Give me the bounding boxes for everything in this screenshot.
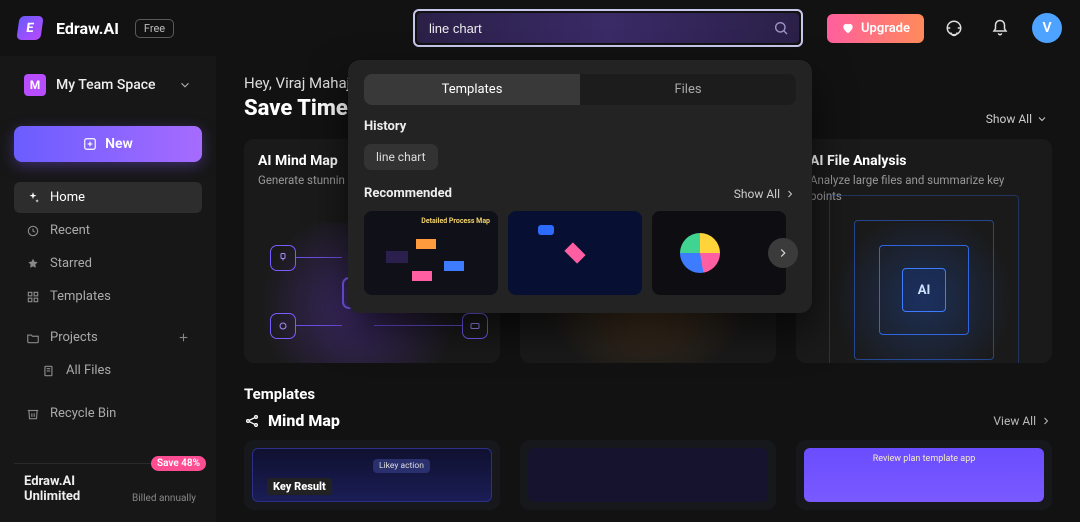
share-icon	[244, 413, 260, 429]
card-ai-file-analysis[interactable]: AI File Analysis Analyze large files and…	[796, 139, 1052, 363]
sidebar-item-home[interactable]: Home	[14, 182, 202, 213]
recommended-show-all[interactable]: Show All	[734, 187, 796, 201]
sidebar-nav: Home Recent Starred Templates Projects A…	[14, 182, 202, 429]
chevron-down-icon	[1036, 113, 1048, 125]
brand-name: Edraw.AI	[56, 19, 119, 38]
workspace-name: My Team Space	[56, 77, 156, 93]
workspace-badge: M	[24, 74, 46, 96]
sidebar-item-all-files[interactable]: All Files	[14, 355, 202, 386]
mindmap-section-title: Mind Map	[244, 411, 340, 430]
support-icon[interactable]	[938, 12, 970, 44]
search-icon	[773, 20, 789, 36]
history-chip[interactable]: line chart	[364, 144, 438, 170]
view-all-button[interactable]: View All	[993, 414, 1052, 428]
thumb-text: Detailed Process Map	[421, 217, 490, 225]
template-thumb	[528, 448, 768, 502]
folder-icon	[26, 331, 40, 345]
save-badge: Save 48%	[151, 456, 206, 471]
new-label: New	[105, 136, 133, 152]
trash-icon	[26, 407, 40, 421]
carousel-next-button[interactable]	[768, 238, 798, 268]
sidebar-item-recycle[interactable]: Recycle Bin	[14, 398, 202, 429]
plan-line1: Edraw.AI	[24, 474, 192, 489]
search-input[interactable]	[417, 13, 799, 43]
ai-badge: AI	[902, 268, 946, 312]
search-box[interactable]	[413, 9, 803, 47]
bell-icon[interactable]	[984, 12, 1016, 44]
recommended-card[interactable]	[508, 211, 642, 295]
node-icon	[270, 313, 296, 339]
grid-icon	[26, 290, 40, 304]
recommended-card[interactable]: Detailed Process Map	[364, 211, 498, 295]
avatar[interactable]: V	[1032, 13, 1062, 43]
plan-billed: Billed annually	[132, 493, 196, 504]
sidebar-item-starred[interactable]: Starred	[14, 248, 202, 279]
plan-card[interactable]: Save 48% Edraw.AI Unlimited Billed annua…	[14, 463, 202, 510]
sidebar-item-label: Projects	[50, 330, 98, 345]
history-heading: History	[364, 119, 796, 134]
template-thumb: Review plan template app	[804, 448, 1044, 502]
template-card[interactable]: Review plan template app	[796, 440, 1052, 510]
sidebar-item-recent[interactable]: Recent	[14, 215, 202, 246]
templates-heading: Templates	[244, 385, 1052, 403]
recommended-card[interactable]	[652, 211, 786, 295]
sidebar-item-label: Templates	[50, 289, 111, 304]
recommended-row: Detailed Process Map	[364, 211, 796, 295]
view-all-label: View All	[993, 414, 1036, 428]
hero-show-all[interactable]: Show All	[986, 112, 1048, 126]
thumb-text: Likey action	[373, 459, 430, 473]
chevron-right-icon	[784, 188, 796, 200]
sidebar-item-label: Recycle Bin	[50, 406, 116, 421]
template-cards: Likey action Key Result Review plan temp…	[244, 440, 1052, 510]
node-icon	[462, 313, 488, 339]
chevron-down-icon	[178, 78, 192, 92]
heart-icon	[841, 21, 855, 35]
tab-files[interactable]: Files	[580, 74, 796, 105]
sidebar-item-label: All Files	[66, 363, 111, 378]
chevron-right-icon	[1040, 415, 1052, 427]
template-thumb: Likey action Key Result	[252, 448, 492, 502]
add-project-icon[interactable]	[177, 331, 190, 344]
dropdown-tabs: Templates Files	[364, 74, 796, 105]
thumb-text: Key Result	[267, 478, 332, 495]
clock-icon	[26, 224, 40, 238]
show-all-label: Show All	[986, 112, 1032, 126]
show-all-label: Show All	[734, 187, 780, 201]
workspace-selector[interactable]: M My Team Space	[14, 68, 202, 102]
search-dropdown: Templates Files History line chart Recom…	[348, 60, 812, 313]
new-button[interactable]: New	[14, 126, 202, 162]
card-title: AI File Analysis	[810, 153, 1038, 169]
files-icon	[42, 364, 56, 378]
sidebar-item-label: Recent	[50, 223, 90, 238]
upgrade-label: Upgrade	[861, 21, 910, 36]
node-icon	[270, 245, 296, 271]
tab-templates[interactable]: Templates	[364, 74, 580, 105]
sparkle-icon	[26, 191, 40, 205]
recommended-heading: Recommended	[364, 186, 452, 201]
sidebar: M My Team Space New Home Recent Starred …	[0, 56, 216, 522]
mindmap-section-header: Mind Map View All	[244, 411, 1052, 430]
recommended-header: Recommended Show All	[364, 186, 796, 201]
star-icon	[26, 257, 40, 271]
free-badge: Free	[135, 19, 174, 38]
pie-icon	[680, 233, 720, 273]
card-art: AI	[796, 223, 1052, 363]
template-card[interactable]: Likey action Key Result	[244, 440, 500, 510]
avatar-initial: V	[1042, 20, 1051, 36]
topbar: E Edraw.AI Free Upgrade V	[0, 0, 1080, 56]
mindmap-label: Mind Map	[268, 411, 340, 430]
sidebar-item-label: Starred	[50, 256, 92, 271]
template-card[interactable]	[520, 440, 776, 510]
sidebar-item-templates[interactable]: Templates	[14, 281, 202, 312]
thumb-text: Review plan template app	[873, 454, 976, 464]
sidebar-section-projects[interactable]: Projects	[14, 322, 202, 353]
upgrade-button[interactable]: Upgrade	[827, 14, 924, 43]
logo-icon: E	[16, 16, 43, 40]
recommended-row-wrap: Detailed Process Map	[364, 211, 796, 295]
plus-icon	[83, 137, 97, 151]
sidebar-item-label: Home	[50, 190, 85, 205]
